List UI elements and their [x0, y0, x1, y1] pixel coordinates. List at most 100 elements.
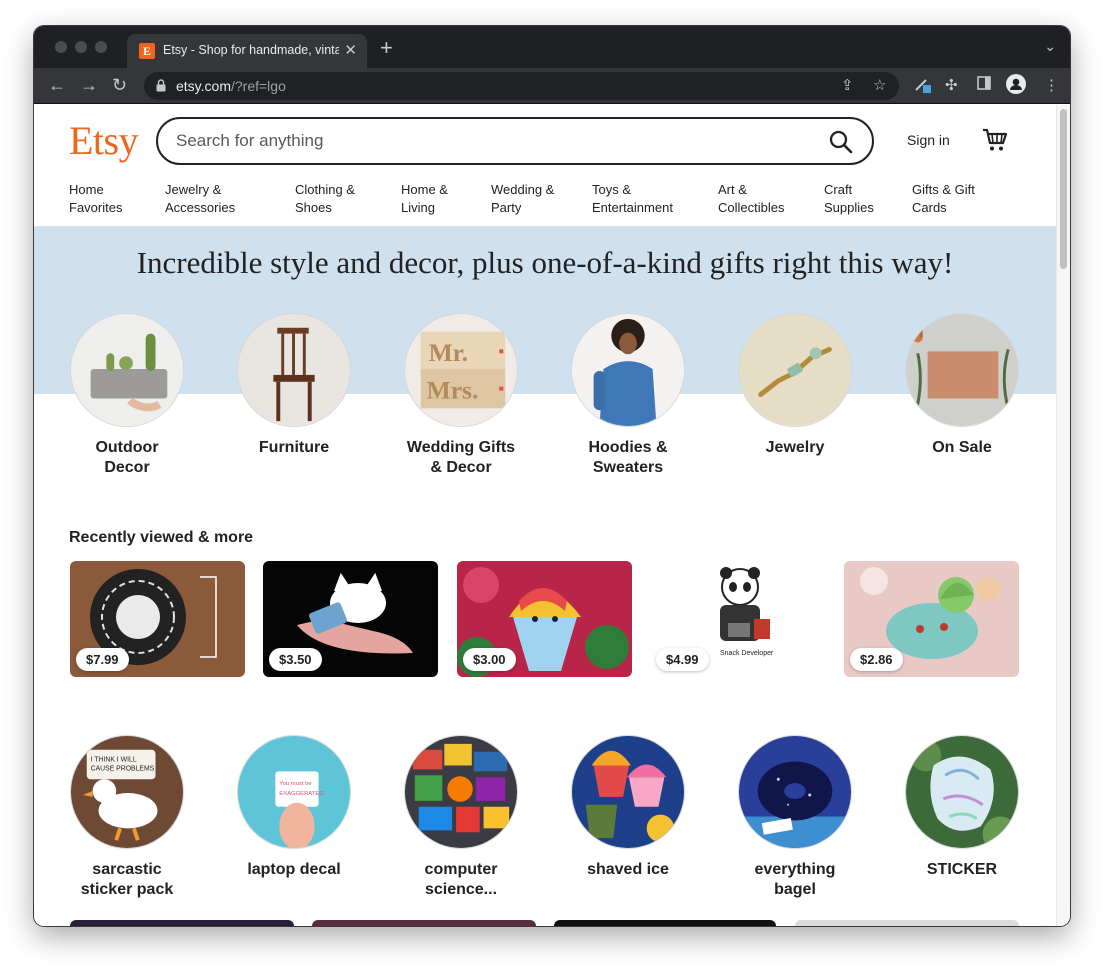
circle-on-sale[interactable] — [905, 313, 1019, 427]
nav-jewelry-accessories[interactable]: Jewelry & Accessories — [165, 181, 275, 217]
tab-title: Etsy - Shop for handmade, vintage, custo… — [163, 43, 339, 57]
svg-text:Mrs.: Mrs. — [427, 375, 479, 404]
page-scrollbar[interactable] — [1056, 105, 1070, 926]
bookmark-star-icon[interactable]: ☆ — [873, 76, 886, 94]
listing-card[interactable]: $7.99 — [70, 561, 245, 677]
next-row-card[interactable] — [312, 920, 536, 926]
jewelry-bracelet-image — [739, 314, 851, 426]
circle-laptop-decal[interactable]: You must be EXAGGERATED — [237, 735, 351, 849]
search-icon[interactable] — [828, 129, 854, 155]
share-icon[interactable]: ⇪ — [841, 76, 854, 94]
svg-text:CAUSE PROBLEMS: CAUSE PROBLEMS — [91, 765, 155, 772]
circle-jewelry[interactable] — [738, 313, 852, 427]
listing-card[interactable]: $2.86 — [844, 561, 1019, 677]
nav-clothing-shoes[interactable]: Clothing & Shoes — [295, 181, 405, 217]
svg-text:EXAGGERATED: EXAGGERATED — [279, 791, 323, 797]
price-badge: $3.50 — [269, 648, 322, 671]
circle-label: Jewelry — [765, 439, 825, 456]
nav-toys-entertainment[interactable]: Toys & Entertainment — [592, 181, 702, 217]
circle-label: Wedding Gifts & Decor — [406, 439, 516, 476]
etsy-favicon-icon: E — [139, 43, 155, 59]
shaved-ice-collection-image — [572, 736, 684, 848]
holographic-sticker-image — [906, 736, 1018, 848]
browser-tab[interactable]: E Etsy - Shop for handmade, vintage, cus… — [127, 34, 367, 68]
circle-everything-bagel[interactable] — [738, 735, 852, 849]
nav-gifts-gift-cards[interactable]: Gifts & Gift Cards — [912, 181, 1022, 217]
duck-sticker-image: I THINK I WILL CAUSE PROBLEMS — [71, 736, 183, 848]
wedding-sign-image: Mr. Mrs. — [405, 314, 517, 426]
circle-sarcastic-sticker-pack[interactable]: I THINK I WILL CAUSE PROBLEMS — [70, 735, 184, 849]
outdoor-decor-image — [71, 314, 183, 426]
next-row-card[interactable] — [70, 920, 294, 926]
zoom-window-button[interactable] — [95, 41, 107, 53]
programming-stickers-image — [405, 736, 517, 848]
side-panel-icon[interactable] — [977, 76, 991, 94]
tab-bar: E Etsy - Shop for handmade, vintage, cus… — [34, 26, 1070, 68]
hoodie-model-image — [572, 314, 684, 426]
circle-label: Hoodies & Sweaters — [588, 439, 668, 476]
cart-icon[interactable] — [982, 127, 1008, 153]
page-viewport: Etsy Sign in HomeFavorites Jewelry &Acce… — [34, 105, 1056, 926]
lock-icon — [156, 79, 166, 92]
sign-in-link[interactable]: Sign in — [907, 132, 950, 148]
furniture-chair-image — [238, 314, 350, 426]
url-text: etsy.com/?ref=lgo — [176, 78, 286, 94]
next-row-card[interactable] — [795, 920, 1019, 926]
search-circle-label: STICKER — [926, 861, 998, 878]
close-window-button[interactable] — [55, 41, 67, 53]
svg-text:Snack Developer: Snack Developer — [720, 650, 774, 657]
extension-pen-icon[interactable] — [914, 76, 932, 98]
listing-card[interactable]: Snack Developer $4.99 — [650, 561, 825, 677]
scrollbar-thumb[interactable] — [1060, 109, 1067, 269]
search-bar — [156, 117, 874, 165]
extensions-puzzle-icon[interactable]: ✣ — [945, 76, 958, 94]
price-badge: $4.99 — [656, 648, 709, 671]
galaxy-bagel-image — [739, 736, 851, 848]
address-bar[interactable]: etsy.com/?ref=lgo ⇪ ☆ — [144, 72, 899, 100]
listing-card[interactable]: $3.00 — [457, 561, 632, 677]
new-tab-button[interactable]: + — [380, 37, 393, 59]
nav-wedding-party[interactable]: Wedding & Party — [491, 181, 601, 217]
svg-text:Mr.: Mr. — [429, 338, 468, 367]
circle-label: Outdoor Decor — [95, 439, 159, 476]
search-input[interactable] — [176, 129, 796, 153]
etsy-logo[interactable]: Etsy — [69, 117, 139, 164]
svg-text:I THINK I WILL: I THINK I WILL — [91, 757, 137, 764]
nav-home-favorites[interactable]: Home Favorites — [69, 181, 179, 217]
price-badge: $3.00 — [463, 648, 516, 671]
circle-sticker[interactable] — [905, 735, 1019, 849]
profile-avatar-icon[interactable] — [1006, 74, 1026, 98]
search-circle-label: computer science... — [424, 861, 498, 898]
nav-art-collectibles[interactable]: Art & Collectibles — [718, 181, 828, 217]
on-sale-card-image — [906, 314, 1018, 426]
listing-card[interactable]: $3.50 — [263, 561, 438, 677]
circle-furniture[interactable] — [237, 313, 351, 427]
reload-icon[interactable]: ↻ — [112, 75, 127, 95]
circle-label: On Sale — [932, 439, 992, 456]
circle-hoodies-sweaters[interactable] — [571, 313, 685, 427]
svg-text:You must be: You must be — [279, 781, 311, 787]
minimize-window-button[interactable] — [75, 41, 87, 53]
next-row-card[interactable] — [554, 920, 776, 926]
recently-viewed-title: Recently viewed & more — [69, 529, 254, 546]
tab-search-chevron-icon[interactable]: ⌄ — [1044, 38, 1056, 55]
hero-title: Incredible style and decor, plus one-of-… — [136, 245, 954, 280]
circle-shaved-ice[interactable] — [571, 735, 685, 849]
browser-window: E Etsy - Shop for handmade, vintage, cus… — [34, 26, 1070, 926]
circle-wedding-gifts[interactable]: Mr. Mrs. — [404, 313, 518, 427]
browser-toolbar: ← → ↻ etsy.com/?ref=lgo ⇪ ☆ ✣ ⋮ — [34, 68, 1070, 104]
circle-outdoor-decor[interactable] — [70, 313, 184, 427]
price-badge: $2.86 — [850, 648, 903, 671]
browser-menu-icon[interactable]: ⋮ — [1044, 76, 1059, 94]
laptop-decal-image: You must be EXAGGERATED — [238, 736, 350, 848]
search-circle-label: shaved ice — [587, 861, 669, 878]
forward-arrow-icon[interactable]: → — [80, 75, 98, 95]
price-badge: $7.99 — [76, 648, 129, 671]
circle-label: Furniture — [258, 439, 330, 456]
back-arrow-icon[interactable]: ← — [48, 75, 66, 95]
tab-close-icon[interactable]: ✕ — [344, 41, 357, 59]
search-circle-label: everything bagel — [754, 861, 836, 898]
search-circle-label: laptop decal — [247, 861, 341, 878]
search-circle-label: sarcastic sticker pack — [80, 861, 174, 898]
circle-computer-science[interactable] — [404, 735, 518, 849]
